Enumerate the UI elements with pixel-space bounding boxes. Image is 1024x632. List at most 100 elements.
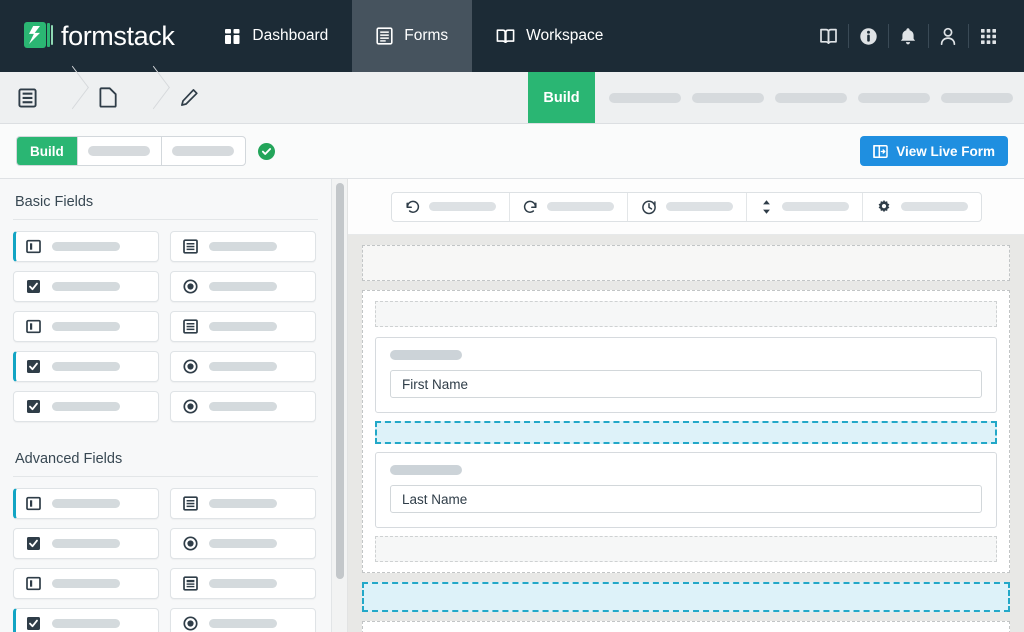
field-card-text[interactable] <box>13 568 159 599</box>
radio-icon <box>183 536 198 551</box>
undo-button[interactable] <box>392 193 509 221</box>
top-navigation-bar: formstack Dashboard Forms Workspace <box>0 0 1024 72</box>
select-list-icon <box>183 319 198 334</box>
nav-tab-workspace-label: Workspace <box>526 27 604 44</box>
brand-logo[interactable]: formstack <box>0 0 200 72</box>
external-window-icon <box>873 144 888 159</box>
field-card-text[interactable] <box>13 488 159 519</box>
info-circle-icon[interactable] <box>848 0 888 72</box>
field-card-label <box>52 539 120 548</box>
segment-build[interactable]: Build <box>17 137 77 165</box>
section-dropzone-top[interactable] <box>375 301 997 327</box>
breadcrumb-bar: Build <box>0 72 1024 124</box>
breadcrumb-placeholder-tab[interactable] <box>609 92 681 103</box>
builder-body: Basic Fields Advanced Fields First Name … <box>0 179 1024 632</box>
nav-tab-forms[interactable]: Forms <box>352 0 473 72</box>
field-card-radio[interactable] <box>170 608 316 632</box>
user-icon[interactable] <box>928 0 968 72</box>
field-card-checkbox[interactable] <box>13 528 159 559</box>
radio-icon <box>183 616 198 631</box>
settings-button[interactable] <box>861 192 981 221</box>
sidebar-scrollbar-thumb[interactable] <box>336 183 344 579</box>
basic-fields-grid <box>13 231 318 422</box>
radio-icon <box>183 399 198 414</box>
field-card-label <box>52 362 120 371</box>
radio-icon <box>183 359 198 374</box>
field-card-select[interactable] <box>170 231 316 262</box>
breadcrumb-item-file[interactable] <box>81 72 136 123</box>
segment-placeholder-bar <box>172 146 235 156</box>
breadcrumb-placeholder-tab[interactable] <box>858 92 930 103</box>
formstack-form-builder: formstack Dashboard Forms Workspace Buil… <box>0 0 1024 632</box>
dashboard-columns-icon <box>224 28 241 45</box>
first-name-input[interactable]: First Name <box>390 370 982 398</box>
field-card-radio[interactable] <box>170 391 316 422</box>
pencil-edit-icon <box>180 88 199 107</box>
form-field-first-name[interactable]: First Name <box>375 337 997 413</box>
document-lines-icon <box>376 27 393 45</box>
apps-grid-icon[interactable] <box>968 0 1008 72</box>
breadcrumb-placeholder-tab[interactable] <box>941 92 1013 103</box>
form-field-last-name[interactable]: Last Name <box>375 452 997 528</box>
select-list-icon <box>183 576 198 591</box>
field-card-checkbox[interactable] <box>13 391 159 422</box>
segment-placeholder[interactable] <box>76 137 161 165</box>
field-card-radio[interactable] <box>170 271 316 302</box>
active-dropzone[interactable] <box>375 421 997 444</box>
field-card-label <box>52 402 120 411</box>
redo-label <box>546 202 614 211</box>
fields-sidebar: Basic Fields Advanced Fields <box>0 179 332 632</box>
bell-icon[interactable] <box>888 0 928 72</box>
active-dropzone-section[interactable] <box>362 582 1010 612</box>
form-header-dropzone[interactable] <box>362 245 1010 281</box>
history-button[interactable] <box>626 192 746 221</box>
history-icon <box>641 199 657 215</box>
field-card-select[interactable] <box>170 568 316 599</box>
undo-label <box>428 202 496 211</box>
segment-placeholder-bar <box>88 146 151 156</box>
field-card-text[interactable] <box>13 311 159 342</box>
view-live-form-button[interactable]: View Live Form <box>860 136 1008 166</box>
field-card-checkbox[interactable] <box>13 271 159 302</box>
book-icon[interactable] <box>808 0 848 72</box>
redo-button[interactable] <box>508 192 627 221</box>
field-card-checkbox[interactable] <box>13 608 159 632</box>
breadcrumb-placeholder-tab[interactable] <box>692 92 764 103</box>
sort-button[interactable] <box>745 192 862 221</box>
section-title-basic-fields: Basic Fields <box>13 179 318 220</box>
field-card-radio[interactable] <box>170 351 316 382</box>
breadcrumb-placeholder-tabs <box>595 72 1024 123</box>
breadcrumb-separator <box>136 72 162 123</box>
segment-placeholder[interactable] <box>160 137 245 165</box>
canvas-toolbar-group <box>390 191 982 222</box>
brand-name: formstack <box>61 20 175 51</box>
field-card-checkbox[interactable] <box>13 351 159 382</box>
section-dropzone-bottom[interactable] <box>375 536 997 562</box>
view-live-form-label: View Live Form <box>896 143 995 159</box>
forms-list-icon <box>18 87 37 108</box>
nav-tab-workspace[interactable]: Workspace <box>472 0 627 72</box>
last-name-input[interactable]: Last Name <box>390 485 982 513</box>
field-card-select[interactable] <box>170 488 316 519</box>
field-card-text[interactable] <box>13 231 159 262</box>
breadcrumb-item-edit[interactable] <box>162 72 217 123</box>
settings-label <box>900 202 968 211</box>
nav-tab-dashboard[interactable]: Dashboard <box>200 0 352 72</box>
nav-tab-dashboard-label: Dashboard <box>252 27 329 44</box>
breadcrumb-placeholder-tab[interactable] <box>775 92 847 103</box>
field-card-label <box>209 579 277 588</box>
field-card-label <box>52 242 120 251</box>
text-field-icon <box>26 319 41 334</box>
breadcrumb-item-forms[interactable] <box>0 72 55 123</box>
field-card-label <box>52 499 120 508</box>
sidebar-scrollbar[interactable] <box>332 179 348 632</box>
field-card-select[interactable] <box>170 311 316 342</box>
field-card-radio[interactable] <box>170 528 316 559</box>
breadcrumb-tab-build[interactable]: Build <box>528 72 595 123</box>
build-segmented-control: Build <box>16 136 246 166</box>
radio-icon <box>183 279 198 294</box>
field-card-label <box>209 499 277 508</box>
field-card-label <box>52 282 120 291</box>
field-card-label <box>209 619 277 628</box>
field-card-label <box>209 539 277 548</box>
